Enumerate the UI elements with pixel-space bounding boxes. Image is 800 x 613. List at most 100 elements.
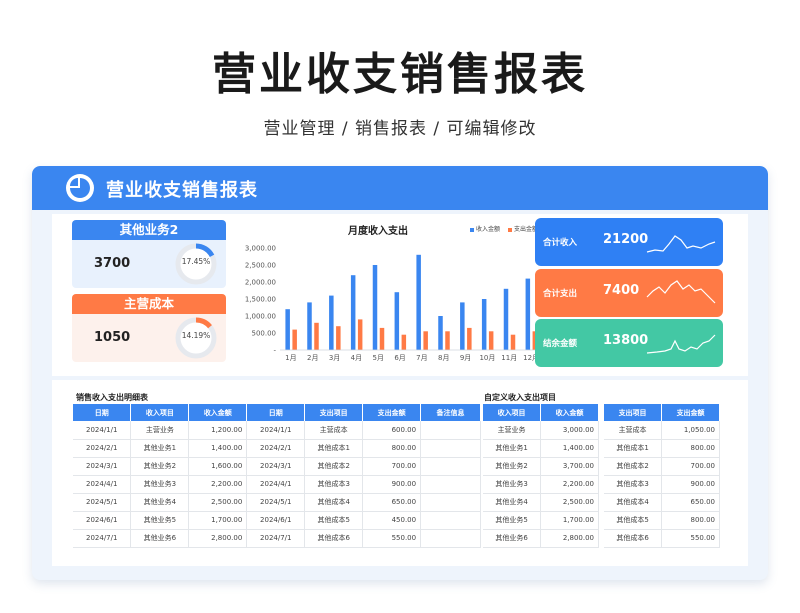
table-cell[interactable]: 其他业务3 bbox=[483, 475, 542, 494]
expense-bar[interactable] bbox=[357, 319, 363, 350]
income-bar[interactable] bbox=[481, 299, 487, 350]
table-cell[interactable]: 550.00 bbox=[661, 529, 720, 548]
expense-bar[interactable] bbox=[423, 331, 428, 350]
income-bar[interactable] bbox=[394, 292, 400, 350]
table-cell[interactable]: 2024/3/1 bbox=[73, 457, 132, 476]
table-cell[interactable]: 其他业务5 bbox=[130, 511, 190, 530]
table-cell[interactable]: 1,400.00 bbox=[540, 439, 599, 458]
table-row[interactable]: 2024/4/1 其他业务3 2,200.00 2024/4/1 其他成本3 900.00 bbox=[73, 475, 481, 494]
table-cell[interactable]: 其他成本4 bbox=[304, 493, 364, 512]
income-bar[interactable] bbox=[438, 316, 443, 350]
table-cell[interactable]: 主营成本 bbox=[604, 421, 663, 440]
table-cell[interactable]: 550.00 bbox=[362, 529, 422, 548]
expense-bar[interactable] bbox=[510, 334, 516, 350]
table-cell[interactable]: 1,700.00 bbox=[540, 511, 599, 530]
table-row[interactable]: 其他成本6 550.00 bbox=[604, 529, 720, 548]
table-cell[interactable]: 其他成本3 bbox=[604, 475, 663, 494]
table-cell[interactable]: 800.00 bbox=[362, 439, 422, 458]
table-cell[interactable]: 900.00 bbox=[661, 475, 720, 494]
income-bar[interactable] bbox=[307, 302, 312, 350]
table-cell[interactable] bbox=[420, 439, 481, 458]
table-cell[interactable]: 2024/1/1 bbox=[73, 421, 132, 440]
table-cell[interactable]: 1,400.00 bbox=[188, 439, 248, 458]
table-row[interactable]: 2024/2/1 其他业务1 1,400.00 2024/2/1 其他成本1 800.00 bbox=[73, 439, 481, 458]
table-row[interactable]: 其他成本5 800.00 bbox=[604, 511, 720, 530]
table-cell[interactable]: 主营业务 bbox=[130, 421, 190, 440]
income-bar[interactable] bbox=[329, 295, 334, 350]
table-row[interactable]: 其他成本4 650.00 bbox=[604, 493, 720, 512]
table-row[interactable]: 其他业务4 2,500.00 bbox=[483, 493, 599, 512]
expense-bar[interactable] bbox=[445, 331, 450, 350]
table-cell[interactable]: 1,200.00 bbox=[188, 421, 248, 440]
table-cell[interactable] bbox=[420, 511, 481, 530]
table-cell[interactable]: 3,700.00 bbox=[540, 457, 599, 476]
table-row[interactable]: 2024/3/1 其他业务2 1,600.00 2024/3/1 其他成本2 700.00 bbox=[73, 457, 481, 476]
column-header[interactable]: 收入金额 bbox=[188, 404, 248, 421]
table-cell[interactable] bbox=[420, 475, 481, 494]
table-cell[interactable]: 800.00 bbox=[661, 439, 720, 458]
table-cell[interactable]: 800.00 bbox=[661, 511, 720, 530]
expense-bar[interactable] bbox=[467, 327, 472, 350]
table-cell[interactable]: 1,050.00 bbox=[661, 421, 720, 440]
column-header[interactable]: 支出金额 bbox=[661, 404, 720, 421]
table-cell[interactable]: 2024/6/1 bbox=[246, 511, 306, 530]
table-row[interactable]: 其他业务3 2,200.00 bbox=[483, 475, 599, 494]
income-bar[interactable] bbox=[285, 309, 290, 350]
table-cell[interactable]: 其他成本6 bbox=[304, 529, 364, 548]
table-cell[interactable]: 其他成本1 bbox=[604, 439, 663, 458]
table-cell[interactable]: 其他业务4 bbox=[130, 493, 190, 512]
table-row[interactable]: 2024/6/1 其他业务5 1,700.00 2024/6/1 其他成本5 450.00 bbox=[73, 511, 481, 530]
table-row[interactable]: 2024/1/1 主营业务 1,200.00 2024/1/1 主营成本 600.00 bbox=[73, 421, 481, 440]
column-header[interactable]: 备注信息 bbox=[420, 404, 481, 421]
table-cell[interactable]: 1,700.00 bbox=[188, 511, 248, 530]
table-cell[interactable]: 其他成本2 bbox=[304, 457, 364, 476]
column-header[interactable]: 支出项目 bbox=[604, 404, 663, 421]
table-cell[interactable]: 其他成本3 bbox=[304, 475, 364, 494]
table-cell[interactable] bbox=[420, 421, 481, 440]
column-header[interactable]: 收入项目 bbox=[483, 404, 542, 421]
table-row[interactable]: 其他业务5 1,700.00 bbox=[483, 511, 599, 530]
table-cell[interactable]: 2024/5/1 bbox=[73, 493, 132, 512]
table-cell[interactable]: 1,600.00 bbox=[188, 457, 248, 476]
table-cell[interactable]: 650.00 bbox=[362, 493, 422, 512]
table-cell[interactable]: 2024/5/1 bbox=[246, 493, 306, 512]
table-cell[interactable]: 其他成本1 bbox=[304, 439, 364, 458]
table-cell[interactable]: 其他成本4 bbox=[604, 493, 663, 512]
income-bar[interactable] bbox=[525, 278, 531, 350]
income-bar[interactable] bbox=[503, 288, 509, 350]
table-cell[interactable]: 其他业务2 bbox=[130, 457, 190, 476]
table-cell[interactable]: 2024/4/1 bbox=[73, 475, 132, 494]
table-cell[interactable]: 450.00 bbox=[362, 511, 422, 530]
column-header[interactable]: 收入项目 bbox=[130, 404, 190, 421]
table-row[interactable]: 2024/7/1 其他业务6 2,800.00 2024/7/1 其他成本6 550.00 bbox=[73, 529, 481, 548]
table-cell[interactable]: 600.00 bbox=[362, 421, 422, 440]
table-cell[interactable]: 2,500.00 bbox=[188, 493, 248, 512]
table-cell[interactable]: 其他成本5 bbox=[304, 511, 364, 530]
table-cell[interactable]: 其他业务4 bbox=[483, 493, 542, 512]
table-cell[interactable]: 2024/7/1 bbox=[246, 529, 306, 548]
table-cell[interactable]: 650.00 bbox=[661, 493, 720, 512]
table-cell[interactable]: 2024/4/1 bbox=[246, 475, 306, 494]
table-cell[interactable]: 主营成本 bbox=[304, 421, 364, 440]
table-cell[interactable]: 700.00 bbox=[362, 457, 422, 476]
table-cell[interactable]: 2024/2/1 bbox=[246, 439, 306, 458]
table-row[interactable]: 主营业务 3,000.00 bbox=[483, 421, 599, 440]
table-cell[interactable]: 3,000.00 bbox=[540, 421, 599, 440]
table-row[interactable]: 其他业务6 2,800.00 bbox=[483, 529, 599, 548]
table-row[interactable]: 主营成本 1,050.00 bbox=[604, 421, 720, 440]
table-cell[interactable]: 其他成本5 bbox=[604, 511, 663, 530]
income-bar[interactable] bbox=[372, 265, 378, 350]
table-cell[interactable]: 其他业务6 bbox=[130, 529, 190, 548]
column-header[interactable]: 支出金额 bbox=[362, 404, 422, 421]
table-row[interactable]: 其他成本2 700.00 bbox=[604, 457, 720, 476]
table-cell[interactable]: 2,500.00 bbox=[540, 493, 599, 512]
table-cell[interactable]: 其他业务1 bbox=[130, 439, 190, 458]
table-cell[interactable] bbox=[420, 457, 481, 476]
table-row[interactable]: 其他成本3 900.00 bbox=[604, 475, 720, 494]
table-cell[interactable]: 其他业务5 bbox=[483, 511, 542, 530]
table-row[interactable]: 其他业务1 1,400.00 bbox=[483, 439, 599, 458]
table-cell[interactable]: 2,800.00 bbox=[188, 529, 248, 548]
table-cell[interactable] bbox=[420, 493, 481, 512]
table-cell[interactable]: 2,800.00 bbox=[540, 529, 599, 548]
column-header[interactable]: 支出项目 bbox=[304, 404, 364, 421]
